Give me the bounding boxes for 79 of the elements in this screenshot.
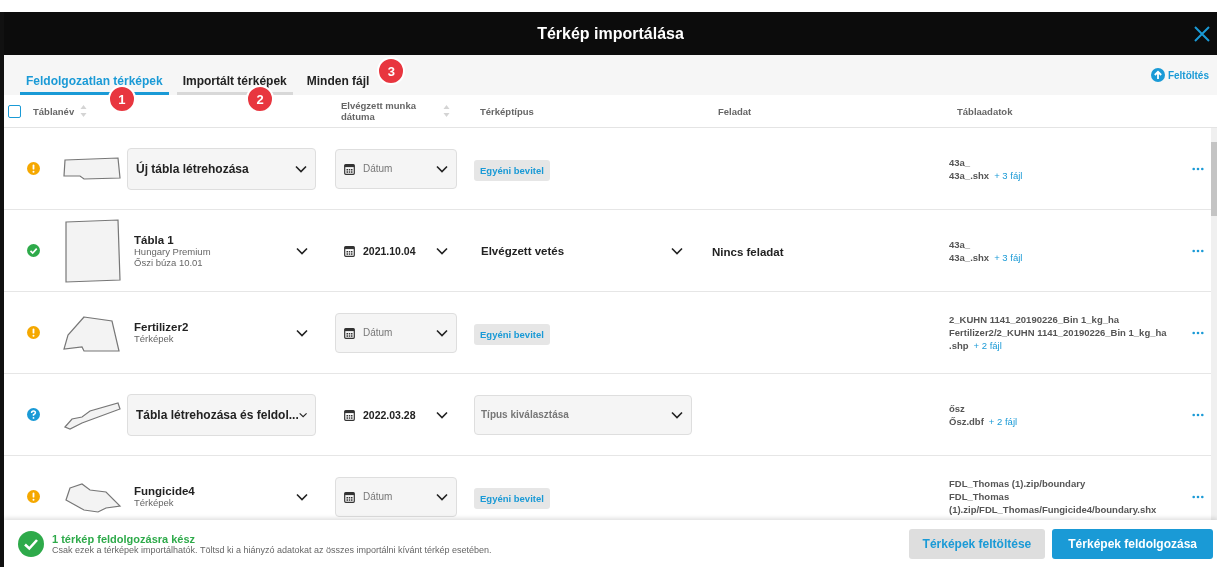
column-header: Táblanév xyxy=(33,105,75,117)
success-icon xyxy=(18,530,44,557)
calendar-icon xyxy=(344,490,355,503)
file-name: FDL_Thomas xyxy=(949,491,1010,502)
date-picker[interactable]: Dátum xyxy=(335,148,457,189)
more-options-icon[interactable] xyxy=(1192,412,1204,417)
chevron-icon xyxy=(298,410,307,419)
file-name: 43a_.shx xyxy=(949,169,990,181)
file-name: Fertilizer2/2_KUHN 1141_20190226_Bin 1_kg_ha xyxy=(949,327,1167,338)
map-type-tag: Egyéni bevitel xyxy=(474,323,550,345)
column-header: Térképtípus xyxy=(480,105,534,117)
column-header: Elvégzett munka dátuma xyxy=(341,100,417,122)
more-files-link[interactable]: + 3 fájl xyxy=(994,251,1023,263)
scrollbar[interactable] xyxy=(1211,128,1217,520)
chevron-icon[interactable] xyxy=(296,328,308,337)
chevron-icon[interactable] xyxy=(296,492,308,501)
file-name: Ősz.dbf xyxy=(949,415,984,427)
date-picker[interactable]: 2022.03.28 xyxy=(335,394,457,435)
action-button[interactable]: Térképek feltöltése xyxy=(908,528,1046,559)
more-options-icon[interactable] xyxy=(1192,248,1204,253)
file-name: (1).zip/FDL_Thomas/Fungicide4/boundary.shx xyxy=(949,504,1157,515)
field-select[interactable]: Új tábla létrehozása xyxy=(127,147,316,190)
close-icon[interactable] xyxy=(1193,25,1211,43)
chevron-icon xyxy=(436,410,448,419)
chevron-icon xyxy=(436,328,448,337)
task-label: Nincs feladat xyxy=(712,245,784,258)
field-outline-drawing xyxy=(62,155,122,182)
chevron-icon[interactable] xyxy=(296,246,308,255)
number-badge: 1 xyxy=(107,85,136,113)
field-detail: Térképek xyxy=(134,333,175,344)
chevron-icon xyxy=(671,246,683,255)
file-name: 43a_.shx xyxy=(949,251,990,263)
date-picker[interactable]: Dátum xyxy=(335,312,457,353)
field-detail: Hungary Premium xyxy=(134,245,211,257)
more-options-icon[interactable] xyxy=(1192,330,1204,335)
more-files-link[interactable]: + 2 fájl xyxy=(988,415,1018,427)
select-all-checkbox[interactable] xyxy=(8,104,21,118)
file-name: 43a_ xyxy=(949,156,971,168)
date-picker[interactable]: 2021.10.04 xyxy=(335,230,457,271)
field-name: Tábla 1 xyxy=(134,233,175,246)
upload-icon xyxy=(1150,68,1165,82)
chevron-icon xyxy=(671,410,683,419)
map-type-select[interactable]: Típus kiválasztása xyxy=(474,394,692,435)
column-header: Feladat xyxy=(718,105,752,117)
more-files-link[interactable]: + 2 fájl xyxy=(973,340,1002,351)
more-options-icon[interactable] xyxy=(1192,166,1204,171)
field-name: Fungicide4 xyxy=(134,485,195,497)
chevron-icon xyxy=(295,164,307,173)
field-name: Fertilizer2 xyxy=(134,321,189,333)
field-detail: Térképek xyxy=(134,497,175,508)
calendar-icon xyxy=(344,408,355,421)
file-name: 2_KUHN 1141_20190226_Bin 1_kg_ha xyxy=(949,314,1120,325)
map-type-tag: Egyéni bevitel xyxy=(474,487,550,509)
calendar-icon xyxy=(344,244,355,257)
column-header: Táblaadatok xyxy=(957,105,1013,117)
more-files-link[interactable]: + 3 fájl xyxy=(994,169,1023,181)
file-name: FDL_Thomas (1).zip/boundary xyxy=(949,478,1086,489)
chevron-icon xyxy=(436,164,448,173)
action-button[interactable]: Térképek feldolgozása xyxy=(1052,528,1213,559)
field-select[interactable]: Tábla létrehozása és feldol... xyxy=(127,393,316,436)
field-outline-drawing xyxy=(62,217,122,284)
upload-link[interactable]: Feltöltés xyxy=(1150,68,1209,82)
more-options-icon[interactable] xyxy=(1192,494,1204,499)
window-title: Térkép importálása xyxy=(537,24,684,43)
file-name: .shp xyxy=(949,340,969,351)
map-type-tag: Egyéni bevitel xyxy=(474,159,550,181)
file-name: 43a_ xyxy=(949,238,971,250)
chevron-icon xyxy=(436,246,448,255)
status-message: Csak ezek a térképek importálhatók. Töltsd ki a hiányzó adatokat az összes importálni kívánt térkép esetében. xyxy=(52,544,493,555)
file-name: ősz xyxy=(949,402,965,414)
number-badge: 3 xyxy=(377,57,406,85)
tab[interactable]: Minden fájl xyxy=(300,55,376,95)
chevron-icon xyxy=(436,492,448,501)
date-picker[interactable]: Dátum xyxy=(335,476,457,517)
status-title: 1 térkép feldolgozásra kész xyxy=(52,532,197,545)
field-detail: Őszi búza 10.01 xyxy=(134,256,204,268)
map-type-select[interactable]: Elvégzett vetés xyxy=(474,230,692,271)
calendar-icon xyxy=(344,162,355,175)
calendar-icon xyxy=(344,326,355,339)
